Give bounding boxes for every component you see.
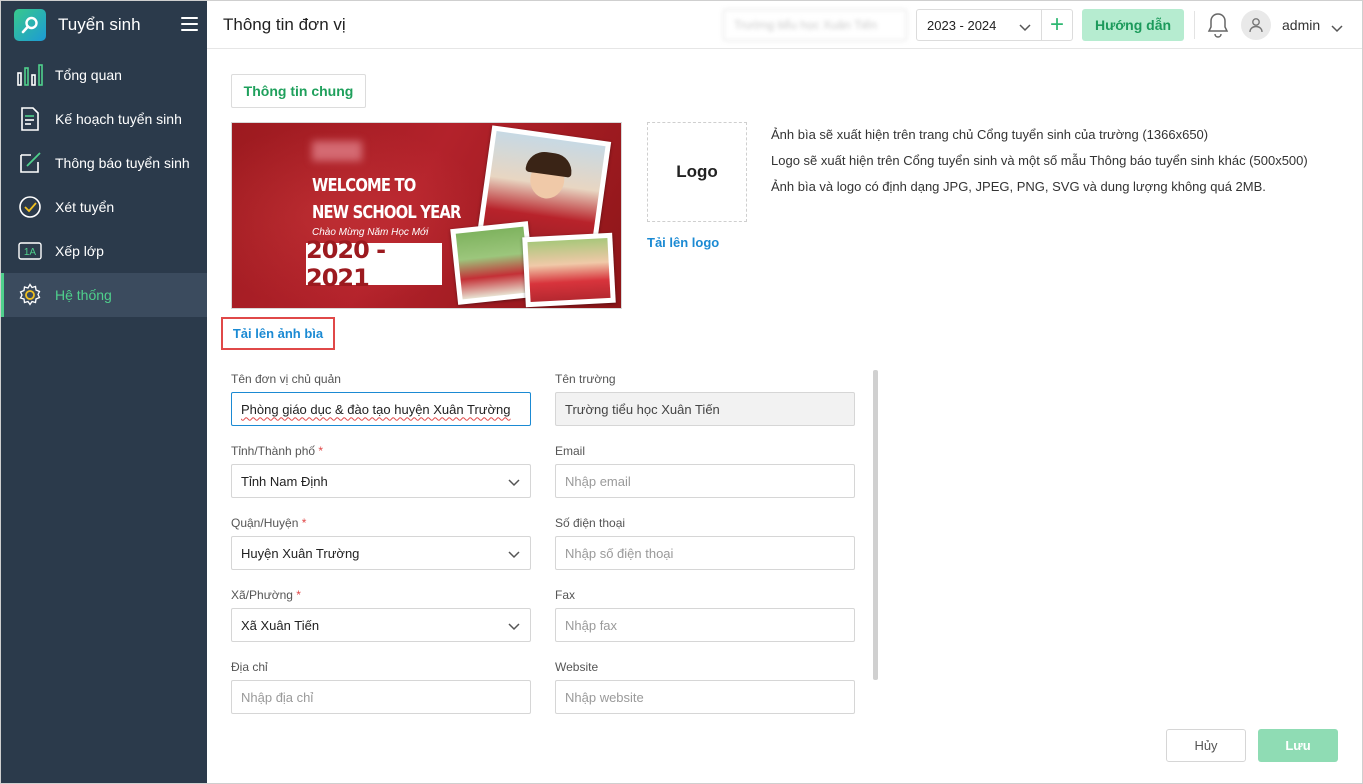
managing-unit-label: Tên đơn vị chủ quản: [231, 372, 341, 386]
ward-value: Xã Xuân Tiến: [241, 617, 320, 633]
ward-label: Xã/Phường *: [231, 588, 301, 602]
district-select[interactable]: Huyện Xuân Trường: [231, 536, 531, 570]
province-label: Tỉnh/Thành phố *: [231, 444, 324, 458]
managing-unit-input[interactable]: Phòng giáo dục & đào tạo huyện Xuân Trườ…: [231, 392, 531, 426]
cover-image: WELCOME TO NEW SCHOOL YEAR Chào Mừng Năm…: [231, 122, 622, 309]
school-year-select[interactable]: 2023 - 2024: [916, 9, 1042, 41]
district-label: Quận/Huyện *: [231, 516, 307, 530]
email-label: Email: [555, 444, 586, 458]
sidebar-item-ke-hoach[interactable]: Kế hoạch tuyển sinh: [1, 97, 207, 141]
address-label: Địa chỉ: [231, 660, 268, 674]
note-logo-size: Logo sẽ xuất hiện trên Cổng tuyển sinh v…: [771, 153, 1308, 168]
sidebar-item-label: Xét tuyển: [55, 199, 115, 215]
sidebar-item-he-thong[interactable]: Hệ thống: [1, 273, 207, 317]
chevron-down-icon: [1019, 20, 1031, 35]
sidebar-nav: Tổng quan Kế hoạch tuyển sinh Thông báo …: [1, 53, 207, 317]
chevron-down-icon[interactable]: [1331, 20, 1343, 38]
upload-logo-link[interactable]: Tải lên logo: [647, 235, 719, 250]
bell-icon[interactable]: [1207, 12, 1229, 43]
page-title: Thông tin đơn vị: [223, 15, 346, 34]
address-input[interactable]: Nhập địa chỉ: [231, 680, 531, 714]
guide-button[interactable]: Hướng dẫn: [1082, 9, 1184, 41]
chevron-down-icon: [508, 547, 520, 562]
svg-text:1A: 1A: [24, 247, 37, 258]
cover-photo-friends: [522, 232, 616, 308]
school-name-input: Trường tiểu học Xuân Tiến: [555, 392, 855, 426]
class-1a-icon: 1A: [17, 238, 43, 264]
edit-icon: [17, 150, 43, 176]
province-value: Tỉnh Nam Định: [241, 473, 328, 489]
add-school-year-button[interactable]: +: [1041, 9, 1073, 41]
check-circle-icon: [17, 194, 43, 220]
chevron-down-icon: [508, 619, 520, 634]
note-file-format: Ảnh bìa và logo có định dạng JPG, JPEG, …: [771, 179, 1266, 194]
sidebar-item-label: Kế hoạch tuyển sinh: [55, 111, 182, 127]
cancel-button[interactable]: Hủy: [1166, 729, 1246, 762]
top-header: Thông tin đơn vị Trường tiểu học Xuân Ti…: [207, 1, 1362, 49]
school-year-value: 2023 - 2024: [927, 18, 997, 33]
website-label: Website: [555, 660, 599, 674]
province-select[interactable]: Tỉnh Nam Định: [231, 464, 531, 498]
sidebar-item-xep-lop[interactable]: 1A Xếp lớp: [1, 229, 207, 273]
sidebar-item-label: Xếp lớp: [55, 243, 104, 259]
brand[interactable]: Tuyển sinh: [1, 1, 207, 49]
header-divider: [1194, 11, 1195, 39]
school-logo-blurred: [312, 141, 362, 161]
managing-unit-value: Phòng giáo dục & đào tạo huyện Xuân Trườ…: [241, 401, 511, 417]
school-select[interactable]: Trường tiểu học Xuân Tiến: [723, 9, 907, 41]
image-requirements-notes: Ảnh bìa sẽ xuất hiện trên trang chủ Cổng…: [771, 122, 1308, 200]
avatar[interactable]: [1241, 10, 1271, 40]
sidebar-item-label: Hệ thống: [55, 287, 112, 303]
logo-placeholder[interactable]: Logo: [647, 122, 747, 222]
app-title: Tuyển sinh: [58, 15, 141, 34]
ward-select[interactable]: Xã Xuân Tiến: [231, 608, 531, 642]
sidebar-item-thong-bao[interactable]: Thông báo tuyển sinh: [1, 141, 207, 185]
email-field[interactable]: Nhập email: [555, 464, 855, 498]
upload-cover-link[interactable]: Tải lên ảnh bìa: [221, 317, 335, 350]
district-value: Huyện Xuân Trường: [241, 545, 360, 561]
document-icon: [17, 106, 43, 132]
app-logo-icon: [14, 9, 46, 41]
plus-icon: +: [1049, 11, 1064, 38]
website-field[interactable]: Nhập website: [555, 680, 855, 714]
note-cover-size: Ảnh bìa sẽ xuất hiện trên trang chủ Cổng…: [771, 127, 1209, 142]
phone-label: Số điện thoại: [555, 516, 626, 530]
bar-chart-icon: [17, 62, 43, 88]
tab-thong-tin-chung[interactable]: Thông tin chung: [231, 74, 366, 108]
user-name[interactable]: admin: [1282, 17, 1320, 33]
cover-text-line1: WELCOME TO: [312, 175, 416, 196]
menu-toggle-icon[interactable]: [181, 17, 198, 31]
sidebar-item-label: Tổng quan: [55, 67, 122, 83]
sidebar-item-tong-quan[interactable]: Tổng quan: [1, 53, 207, 97]
cover-text-line2: NEW SCHOOL YEAR: [312, 202, 461, 223]
fax-field[interactable]: Nhập fax: [555, 608, 855, 642]
phone-field[interactable]: Nhập số điện thoại: [555, 536, 855, 570]
cover-year: 2020 - 2021: [306, 236, 442, 292]
form-scrollbar[interactable]: [873, 370, 878, 680]
sidebar: Tuyển sinh Tổng quan Kế hoạch tuyển sinh…: [1, 1, 207, 783]
school-name-label: Tên trường: [555, 372, 616, 386]
fax-label: Fax: [555, 588, 576, 602]
save-button[interactable]: Lưu: [1258, 729, 1338, 762]
sidebar-item-label: Thông báo tuyển sinh: [55, 155, 190, 171]
gear-icon: [17, 282, 43, 308]
chevron-down-icon: [508, 475, 520, 490]
sidebar-item-xet-tuyen[interactable]: Xét tuyển: [1, 185, 207, 229]
